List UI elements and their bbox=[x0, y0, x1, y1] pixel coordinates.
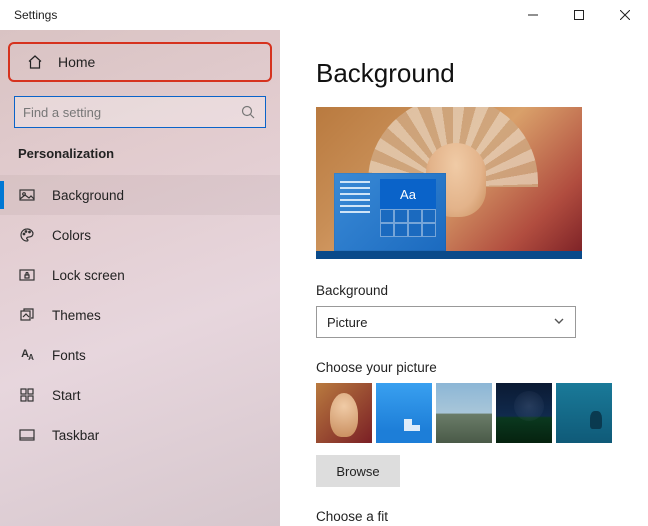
minimize-icon bbox=[528, 10, 538, 20]
preview-start-window: Aa bbox=[334, 173, 446, 251]
maximize-button[interactable] bbox=[556, 0, 602, 30]
nav-item-taskbar[interactable]: Taskbar bbox=[0, 415, 280, 455]
search-input[interactable] bbox=[23, 105, 241, 120]
close-icon bbox=[620, 10, 630, 20]
search-icon bbox=[241, 105, 257, 119]
close-button[interactable] bbox=[602, 0, 648, 30]
nav-item-fonts[interactable]: AA Fonts bbox=[0, 335, 280, 375]
nav-item-start[interactable]: Start bbox=[0, 375, 280, 415]
nav-label: Start bbox=[52, 388, 81, 403]
nav-item-background[interactable]: Background bbox=[0, 175, 280, 215]
preview-sample-text: Aa bbox=[380, 179, 436, 209]
picture-thumb-2[interactable] bbox=[376, 383, 432, 443]
picture-thumb-5[interactable] bbox=[556, 383, 612, 443]
page-heading: Background bbox=[316, 58, 612, 89]
picture-thumb-3[interactable] bbox=[436, 383, 492, 443]
home-icon bbox=[26, 54, 44, 70]
background-dropdown[interactable]: Picture bbox=[316, 306, 576, 338]
desktop-preview: Aa bbox=[316, 107, 582, 259]
content-pane: Background Aa Background Picture bbox=[280, 30, 648, 526]
sidebar: Home Personalization Background bbox=[0, 30, 280, 526]
themes-icon bbox=[18, 307, 36, 323]
choose-picture-label: Choose your picture bbox=[316, 360, 612, 375]
nav-label: Themes bbox=[52, 308, 101, 323]
nav-label: Lock screen bbox=[52, 268, 125, 283]
window-title: Settings bbox=[14, 8, 57, 22]
fonts-icon: AA bbox=[18, 348, 36, 362]
search-box[interactable] bbox=[14, 96, 266, 128]
lockscreen-icon bbox=[18, 267, 36, 283]
chevron-down-icon bbox=[553, 315, 565, 330]
nav-item-colors[interactable]: Colors bbox=[0, 215, 280, 255]
picture-icon bbox=[18, 187, 36, 203]
maximize-icon bbox=[574, 10, 584, 20]
titlebar: Settings bbox=[0, 0, 648, 30]
picture-thumbnails bbox=[316, 383, 612, 443]
nav-label: Fonts bbox=[52, 348, 86, 363]
palette-icon bbox=[18, 227, 36, 243]
nav-list: Background Colors Lock screen Themes AA … bbox=[0, 175, 280, 455]
nav-label: Taskbar bbox=[52, 428, 99, 443]
home-label: Home bbox=[58, 54, 95, 70]
picture-thumb-1[interactable] bbox=[316, 383, 372, 443]
start-icon bbox=[18, 388, 36, 402]
taskbar-icon bbox=[18, 427, 36, 443]
minimize-button[interactable] bbox=[510, 0, 556, 30]
nav-item-themes[interactable]: Themes bbox=[0, 295, 280, 335]
background-dropdown-value: Picture bbox=[327, 315, 367, 330]
nav-label: Background bbox=[52, 188, 124, 203]
nav-item-lockscreen[interactable]: Lock screen bbox=[0, 255, 280, 295]
browse-button[interactable]: Browse bbox=[316, 455, 400, 487]
background-field-label: Background bbox=[316, 283, 612, 298]
fit-label: Choose a fit bbox=[316, 509, 612, 524]
picture-thumb-4[interactable] bbox=[496, 383, 552, 443]
section-title: Personalization bbox=[0, 146, 280, 175]
nav-label: Colors bbox=[52, 228, 91, 243]
home-button[interactable]: Home bbox=[8, 42, 272, 82]
